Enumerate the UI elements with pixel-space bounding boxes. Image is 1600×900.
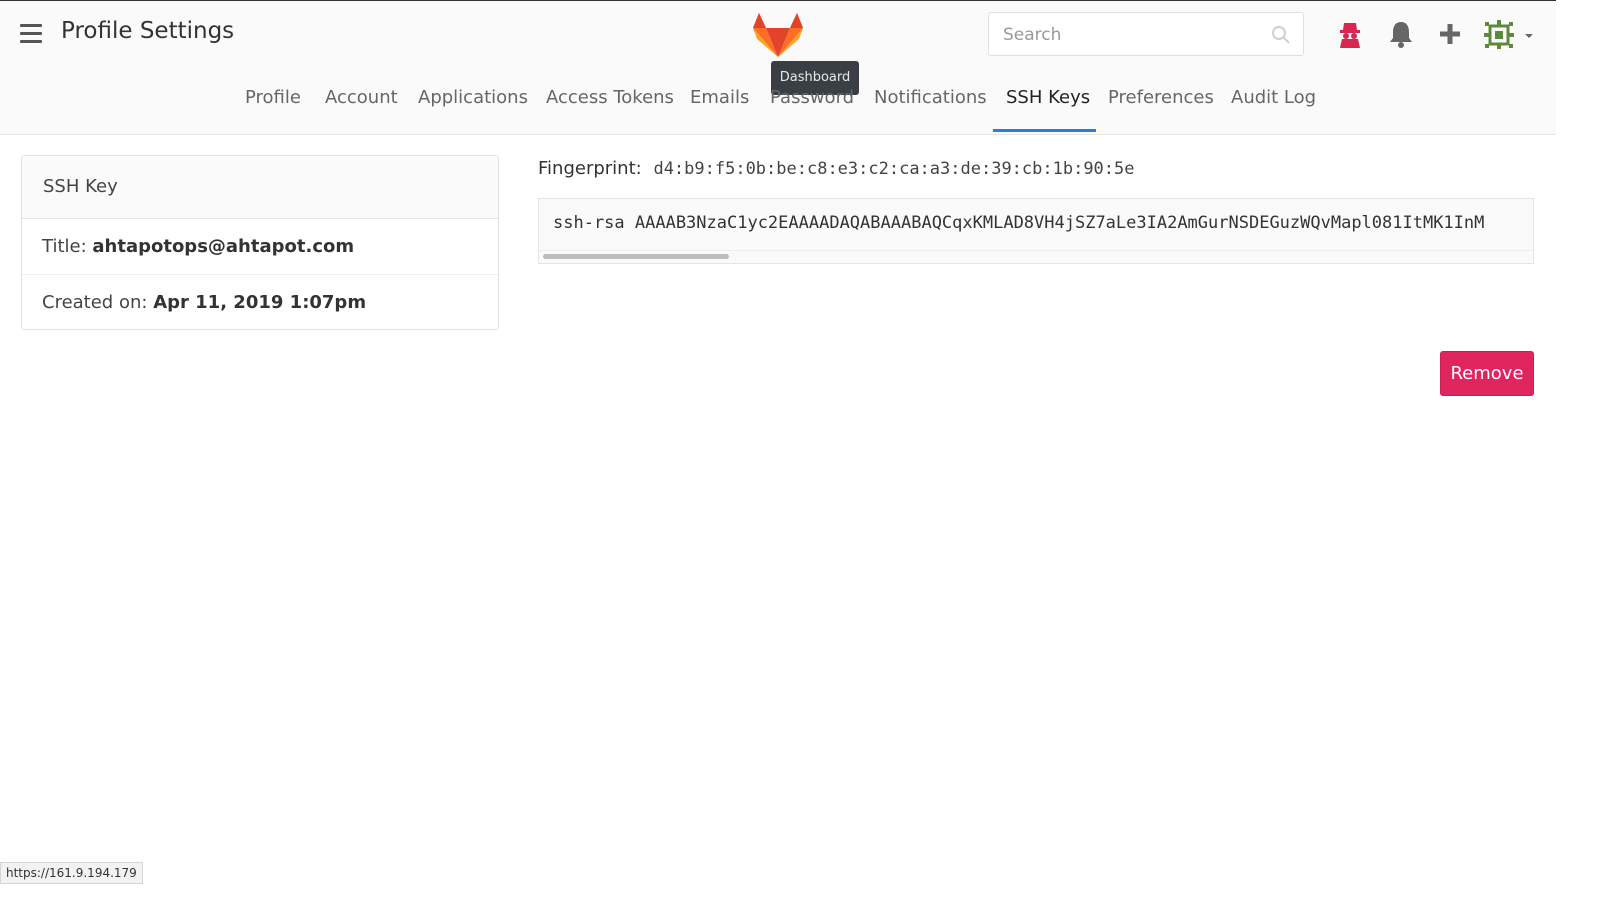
page-title: Profile Settings [61,18,235,44]
user-avatar-dropdown-icon[interactable] [1482,19,1534,49]
notifications-bell-icon[interactable] [1387,19,1415,49]
tab-audit-log[interactable]: Audit Log [1231,84,1316,130]
tab-applications[interactable]: Applications [418,84,528,130]
created-on-label: Created on: [42,292,148,313]
tab-account[interactable]: Account [325,84,398,130]
tab-preferences[interactable]: Preferences [1108,84,1214,130]
scrollbar-thumb[interactable] [543,254,729,259]
key-title-row: Title: ahtapotops@ahtapot.com [22,219,498,275]
tab-emails[interactable]: Emails [690,84,749,130]
tab-profile[interactable]: Profile [245,84,301,130]
tab-password[interactable]: Password [770,84,854,130]
search-input[interactable] [1001,13,1265,57]
key-title-value: ahtapotops@ahtapot.com [92,236,355,257]
tab-ssh-keys[interactable]: SSH Keys [1006,84,1090,130]
fingerprint-label: Fingerprint: [538,158,642,179]
status-bar-url: https://161.9.194.179 [0,862,143,884]
tab-notifications[interactable]: Notifications [874,84,987,130]
created-on-row: Created on: Apr 11, 2019 1:07pm [22,275,498,330]
fingerprint: Fingerprint: d4:b9:f5:0b:be:c8:e3:c2:ca:… [538,158,1135,179]
tab-access-tokens[interactable]: Access Tokens [546,84,674,130]
fingerprint-value: d4:b9:f5:0b:be:c8:e3:c2:ca:a3:de:39:cb:1… [653,159,1135,179]
panel-title: SSH Key [22,156,498,219]
created-on-value: Apr 11, 2019 1:07pm [153,292,367,313]
plus-icon[interactable] [1436,19,1464,49]
horizontal-scrollbar[interactable] [539,250,1533,263]
incognito-user-icon[interactable] [1336,19,1364,49]
profile-settings-nav: Profile Account Applications Access Toke… [0,84,1556,132]
ssh-key-text[interactable]: ssh-rsa AAAAB3NzaC1yc2EAAAADAQABAAABAQCq… [553,213,1484,233]
search-field[interactable] [988,12,1304,57]
menu-toggle-icon[interactable] [20,24,42,44]
key-title-label: Title: [42,236,87,257]
ssh-key-content-box[interactable]: ssh-rsa AAAAB3NzaC1yc2EAAAADAQABAAABAQCq… [538,198,1534,264]
remove-button[interactable]: Remove [1440,351,1534,396]
gitlab-logo-icon[interactable] [753,11,803,57]
active-tab-indicator [993,129,1096,132]
ssh-key-info-panel: SSH Key Title: ahtapotops@ahtapot.com Cr… [21,155,499,330]
search-icon [1272,26,1290,44]
